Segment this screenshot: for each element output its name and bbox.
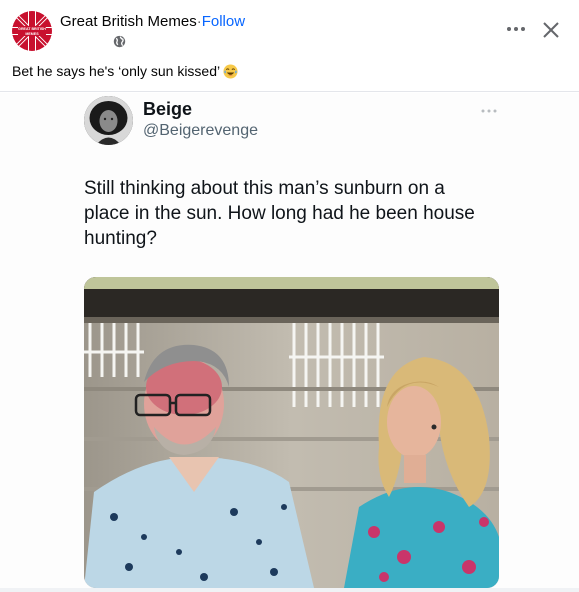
caption-text: Bet he says he's ‘only sun kissed’ (12, 63, 221, 79)
svg-text:GREAT BRITISH: GREAT BRITISH (18, 27, 46, 31)
tweet-text: Still thinking about this man’s sunburn … (84, 176, 504, 251)
tweet-avatar[interactable] (84, 96, 133, 145)
svg-text:MEMES: MEMES (25, 32, 39, 36)
globe-icon[interactable] (113, 35, 126, 48)
page-name[interactable]: Great British Memes (60, 13, 197, 30)
tweet-media-image[interactable] (84, 277, 499, 588)
tweet-handle[interactable]: @Beigerevenge (143, 122, 258, 140)
tweet-text-line: Still thinking about this man’s sunburn … (84, 178, 445, 199)
page-name-row: Great British Memes·Follow (60, 13, 245, 30)
tweet-text-line: place in the sun. How long had he been h… (84, 203, 475, 224)
post-header: GREAT BRITISH MEMES Great British Memes·… (0, 0, 579, 92)
post-caption: Bet he says he's ‘only sun kissed’ (12, 63, 238, 79)
bottom-divider (0, 588, 579, 592)
follow-button[interactable]: Follow (202, 13, 245, 30)
laughing-tears-emoji-icon (223, 64, 238, 79)
tweet-display-name[interactable]: Beige (143, 99, 192, 120)
more-options-icon[interactable] (505, 20, 527, 38)
tweet-text-line: hunting? (84, 228, 157, 249)
close-icon[interactable] (541, 20, 561, 40)
tweet-more-icon[interactable] (480, 103, 498, 113)
page-avatar[interactable]: GREAT BRITISH MEMES (12, 11, 52, 51)
